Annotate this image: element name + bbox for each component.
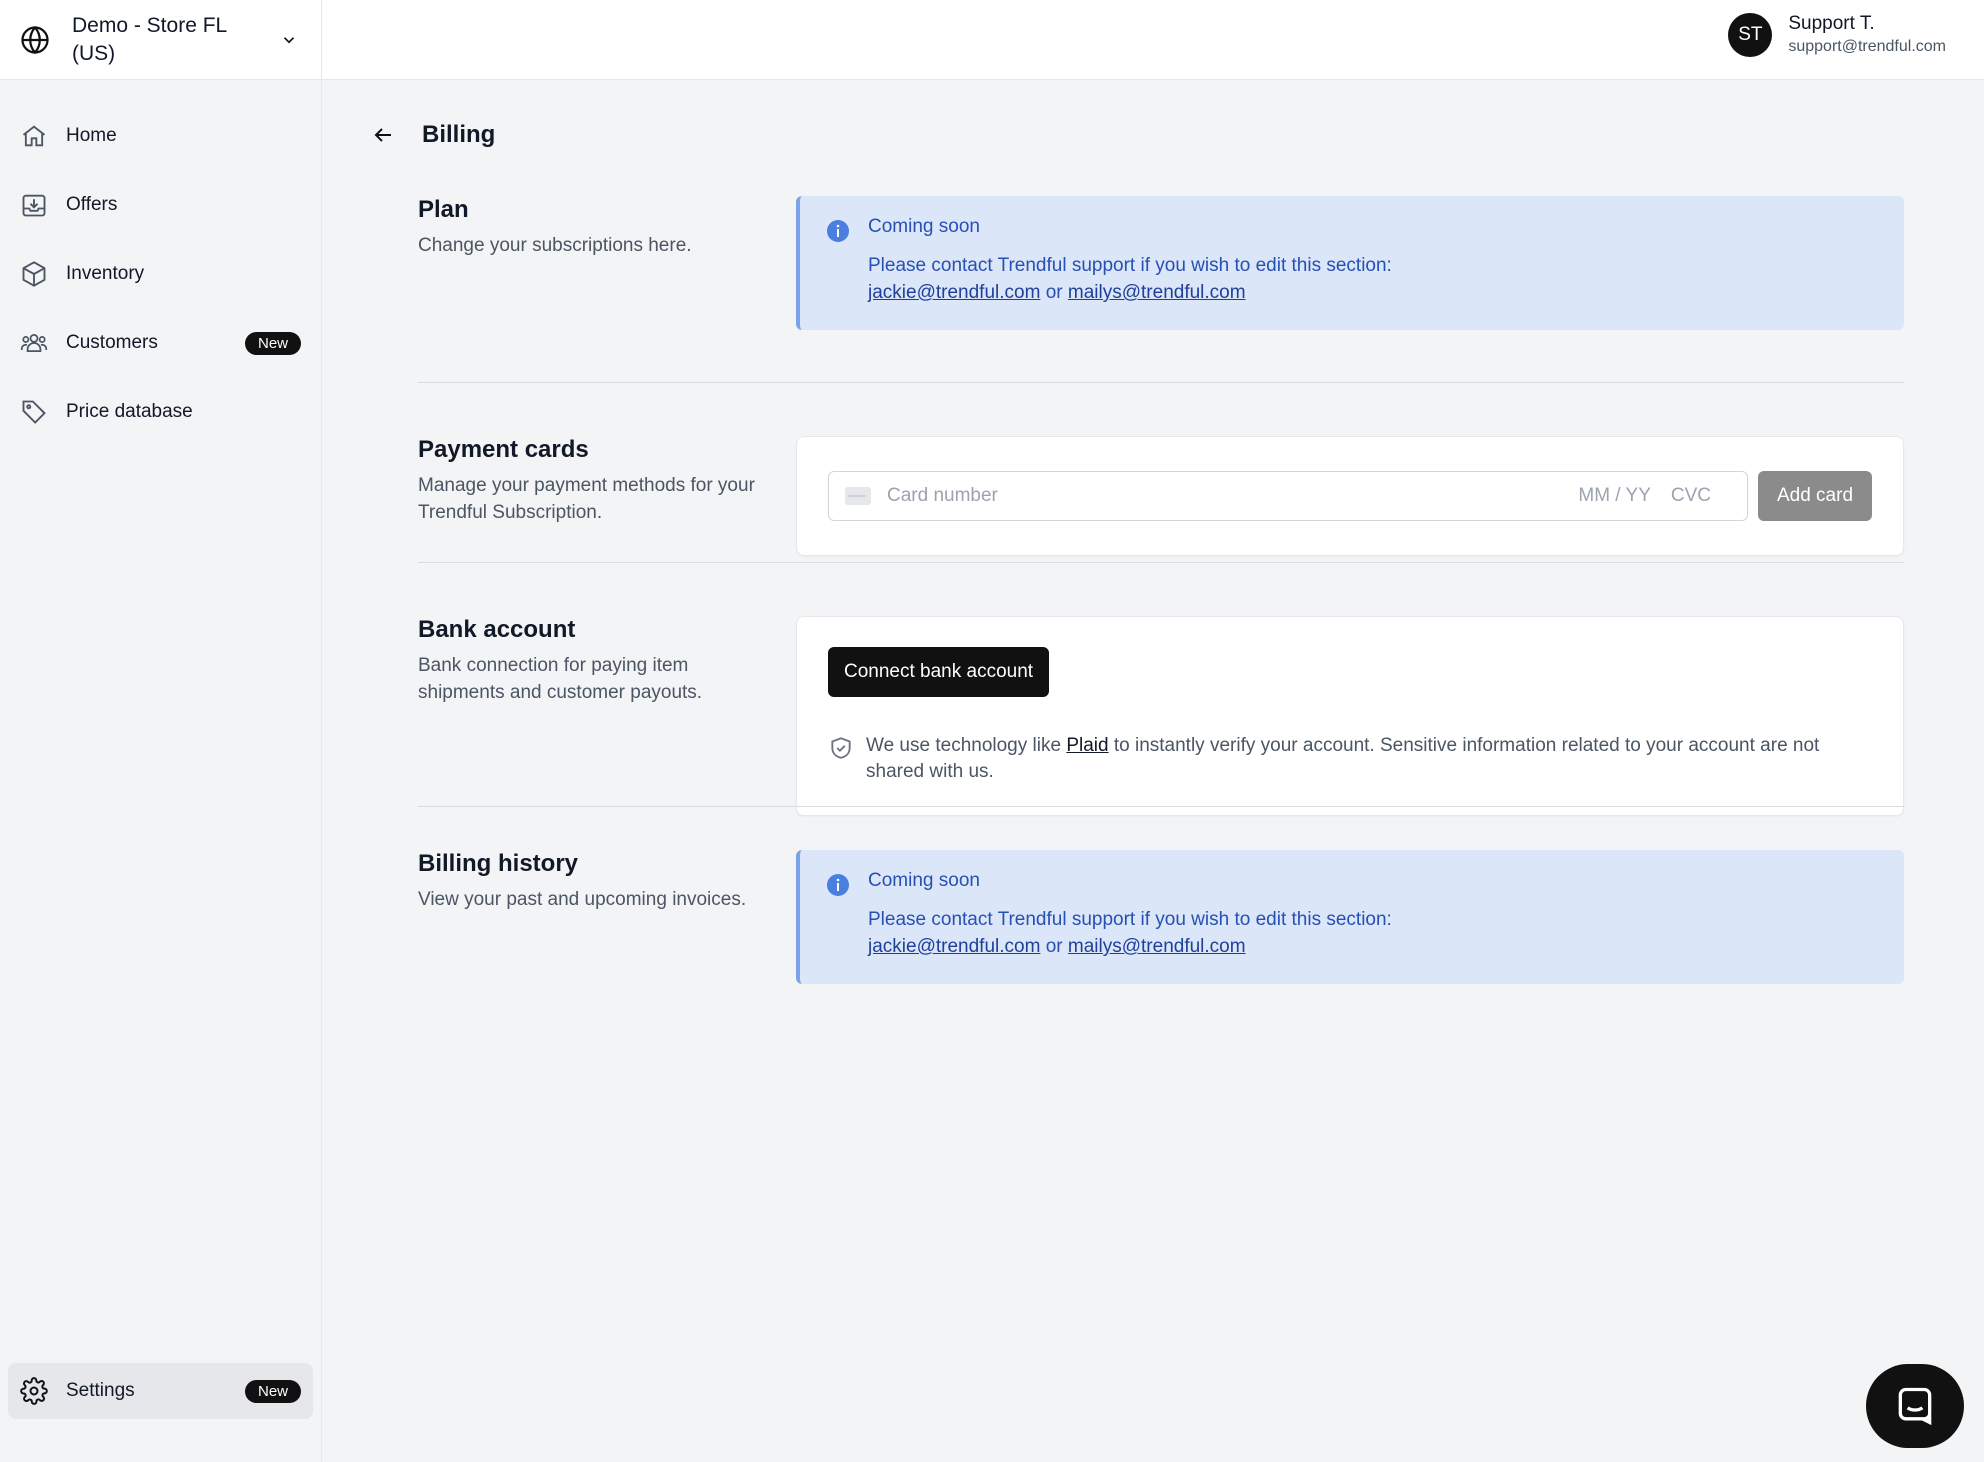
section-title: Payment cards bbox=[418, 436, 589, 463]
chat-launcher-button[interactable] bbox=[1866, 1364, 1964, 1448]
sidebar-footer: Settings New bbox=[0, 1363, 321, 1432]
email-link-mailys[interactable]: mailys@trendful.com bbox=[1068, 282, 1246, 303]
globe-icon bbox=[21, 25, 49, 54]
new-badge: New bbox=[244, 331, 301, 355]
section-divider bbox=[418, 562, 1904, 563]
notice-text: Please contact Trendful support if you w… bbox=[868, 255, 1392, 276]
user-email: support@trendful.com bbox=[1788, 38, 1946, 55]
section-title: Billing history bbox=[418, 850, 579, 877]
chat-icon bbox=[1898, 1387, 1932, 1426]
store-switcher[interactable]: Demo - Store FL (US) bbox=[0, 0, 321, 80]
info-icon bbox=[827, 874, 849, 896]
notice-or: or bbox=[1045, 936, 1063, 957]
users-icon bbox=[20, 329, 48, 357]
nav-item-price-database[interactable]: Price database bbox=[8, 384, 313, 440]
card-input[interactable]: Card number MM / YY CVC bbox=[828, 471, 1748, 521]
cvc-placeholder: CVC bbox=[1670, 485, 1711, 506]
store-name: Demo - Store FL (US) bbox=[72, 13, 227, 65]
section-divider bbox=[418, 382, 1904, 383]
nav-item-offers[interactable]: Offers bbox=[8, 177, 313, 233]
back-button[interactable] bbox=[368, 120, 398, 150]
notice-title: Coming soon bbox=[868, 870, 980, 891]
expiry-placeholder: MM / YY bbox=[1578, 485, 1651, 506]
avatar: ST bbox=[1728, 13, 1773, 57]
user-menu[interactable]: ST Support T. support@trendful.com bbox=[1728, 12, 1946, 58]
section-divider bbox=[418, 806, 1904, 807]
plaid-note: We use technology like Plaid to instantl… bbox=[828, 733, 1873, 785]
nav-item-home[interactable]: Home bbox=[8, 108, 313, 164]
notice-text: Please contact Trendful support if you w… bbox=[868, 909, 1392, 930]
home-icon bbox=[20, 122, 48, 150]
gear-icon bbox=[20, 1377, 48, 1405]
section-description: Bank connection for paying item shipment… bbox=[418, 655, 703, 703]
new-badge: New bbox=[244, 1379, 301, 1403]
email-link-mailys[interactable]: mailys@trendful.com bbox=[1068, 936, 1246, 957]
tag-icon bbox=[20, 398, 48, 426]
nav-label: Settings bbox=[66, 1380, 135, 1401]
section-description: View your past and upcoming invoices. bbox=[418, 889, 747, 910]
credit-card-icon bbox=[845, 487, 871, 505]
inbox-download-icon bbox=[20, 191, 48, 219]
info-icon bbox=[827, 220, 849, 242]
main-nav: Home Offers Inventory Customers New Pric… bbox=[0, 80, 321, 440]
sidebar: Demo - Store FL (US) Home Offers Invento… bbox=[0, 0, 322, 1462]
plaid-note-before: We use technology like bbox=[866, 735, 1067, 756]
section-title: Plan bbox=[418, 196, 469, 223]
nav-item-settings[interactable]: Settings New bbox=[8, 1363, 313, 1419]
plaid-link[interactable]: Plaid bbox=[1066, 735, 1108, 756]
section-title: Bank account bbox=[418, 616, 576, 643]
email-link-jackie[interactable]: jackie@trendful.com bbox=[868, 936, 1040, 957]
notice-or: or bbox=[1045, 282, 1063, 303]
section-description: Manage your payment methods for your Tre… bbox=[418, 475, 755, 523]
card-number-placeholder: Card number bbox=[887, 485, 998, 506]
nav-item-customers[interactable]: Customers New bbox=[8, 315, 313, 371]
shield-check-icon bbox=[831, 737, 851, 759]
coming-soon-notice: Coming soon Please contact Trendful supp… bbox=[796, 196, 1904, 330]
notice-title: Coming soon bbox=[868, 216, 980, 237]
connect-bank-account-button[interactable]: Connect bank account bbox=[828, 647, 1050, 697]
payment-card-form: Card number MM / YY CVC Add card bbox=[796, 436, 1904, 556]
add-card-button[interactable]: Add card bbox=[1758, 471, 1872, 521]
section-description: Change your subscriptions here. bbox=[418, 235, 692, 256]
nav-label: Price database bbox=[66, 401, 193, 422]
chevron-down-icon bbox=[283, 36, 295, 43]
coming-soon-notice: Coming soon Please contact Trendful supp… bbox=[796, 850, 1904, 984]
page-header: Billing bbox=[368, 120, 495, 150]
user-name: Support T. bbox=[1788, 13, 1875, 34]
nav-label: Home bbox=[66, 125, 117, 146]
bank-account-card: Connect bank account We use technology l… bbox=[796, 616, 1904, 816]
email-link-jackie[interactable]: jackie@trendful.com bbox=[868, 282, 1040, 303]
arrow-left-icon bbox=[374, 128, 391, 142]
main-content: Billing Plan Change your subscriptions h… bbox=[322, 80, 1984, 1462]
nav-label: Customers bbox=[66, 332, 158, 353]
top-bar: ST Support T. support@trendful.com bbox=[322, 0, 1984, 80]
cube-icon bbox=[20, 260, 48, 288]
nav-label: Offers bbox=[66, 194, 118, 215]
page-title: Billing bbox=[422, 121, 496, 148]
nav-item-inventory[interactable]: Inventory bbox=[8, 246, 313, 302]
nav-label: Inventory bbox=[66, 263, 145, 284]
